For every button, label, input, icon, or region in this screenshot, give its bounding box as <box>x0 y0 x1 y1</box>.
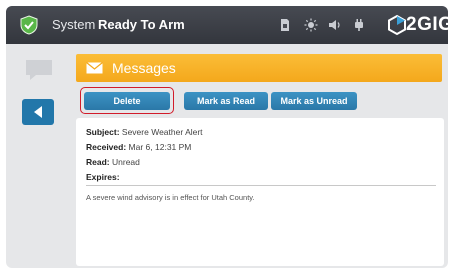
touchscreen-display: System Ready To Arm 2GIG Messages Delete… <box>6 6 448 268</box>
chat-bubble-icon <box>26 60 52 80</box>
read-value: Unread <box>112 157 140 167</box>
message-detail-card: Subject: Severe Weather Alert Received: … <box>76 118 444 266</box>
subject-value: Severe Weather Alert <box>121 127 203 137</box>
received-label: Received: <box>86 142 127 152</box>
system-status-prefix: System <box>52 17 96 32</box>
volume-icon[interactable] <box>328 18 342 32</box>
mark-as-unread-button[interactable]: Mark as Unread <box>271 92 357 110</box>
subject-row: Subject: Severe Weather Alert <box>86 127 203 137</box>
received-row: Received: Mar 6, 12:31 PM <box>86 142 191 152</box>
brand-logo-text: 2GIG <box>406 14 448 35</box>
brightness-icon[interactable] <box>304 18 318 32</box>
message-body: A severe wind advisory is in effect for … <box>86 193 255 202</box>
expires-label: Expires: <box>86 172 120 182</box>
system-status-text: Ready To Arm <box>98 17 185 32</box>
brand-logo-icon <box>388 14 406 36</box>
received-value: Mar 6, 12:31 PM <box>128 142 192 152</box>
shield-check-icon[interactable] <box>19 15 39 35</box>
delete-button[interactable]: Delete <box>84 92 170 110</box>
sim-card-icon <box>281 19 289 31</box>
arrow-left-icon <box>34 106 42 118</box>
mark-as-read-button[interactable]: Mark as Read <box>184 92 268 110</box>
read-row: Read: Unread <box>86 157 140 167</box>
subject-label: Subject: <box>86 127 120 137</box>
expires-row: Expires: <box>86 172 120 182</box>
read-label: Read: <box>86 157 110 167</box>
page-title: Messages <box>112 60 176 76</box>
envelope-icon <box>86 62 103 74</box>
back-button[interactable] <box>22 99 54 125</box>
messages-header: Messages <box>76 54 442 82</box>
divider <box>86 185 436 186</box>
power-plug-icon <box>355 19 363 31</box>
status-bar: System Ready To Arm 2GIG <box>6 6 448 44</box>
